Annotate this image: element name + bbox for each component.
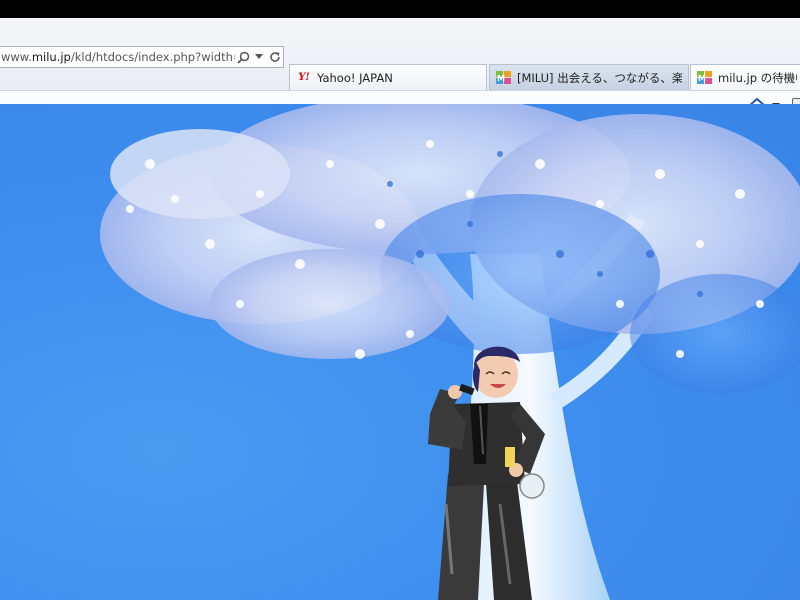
foliage xyxy=(110,129,290,219)
chevron-down-icon[interactable] xyxy=(251,48,267,66)
svg-text:M: M xyxy=(698,74,706,83)
foliage xyxy=(210,249,450,359)
tab-title: Yahoo! JAPAN xyxy=(317,70,393,85)
browser-chrome: www.milu.jp/kld/htdocs/index.php?width= … xyxy=(0,18,800,120)
address-domain: milu.jp xyxy=(31,50,71,64)
address-path: /kld/htdocs/index.php?width= xyxy=(70,50,235,64)
address-prefix: www. xyxy=(1,50,32,64)
svg-text:M: M xyxy=(497,74,505,83)
milu-favicon-icon: M xyxy=(496,70,512,85)
screen-top-bar xyxy=(0,0,800,18)
address-url[interactable]: www.milu.jp/kld/htdocs/index.php?width= xyxy=(0,50,235,64)
address-bar[interactable]: www.milu.jp/kld/htdocs/index.php?width= xyxy=(0,46,284,68)
tab-title: milu.jp の待機中 xyxy=(718,70,797,85)
tree-character-scene xyxy=(100,104,800,600)
tab-milu-waiting[interactable]: M milu.jp の待機中 xyxy=(690,64,800,90)
game-viewport[interactable] xyxy=(0,104,800,600)
search-icon[interactable] xyxy=(235,48,251,66)
refresh-icon[interactable] xyxy=(267,48,283,66)
yahoo-favicon-icon: Y! xyxy=(298,72,310,83)
tab-milu-home[interactable]: M [MILU] 出会える、つながる、楽しめ… xyxy=(489,64,689,90)
tab-yahoo[interactable]: Y! Yahoo! JAPAN xyxy=(289,64,487,90)
milu-favicon-icon: M xyxy=(697,70,713,85)
tab-title: [MILU] 出会える、つながる、楽しめ… xyxy=(517,70,682,85)
